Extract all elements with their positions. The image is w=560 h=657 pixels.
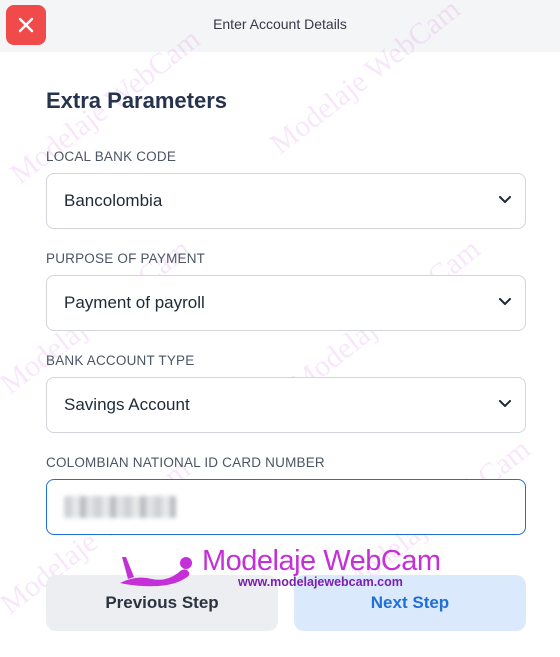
chevron-down-icon [499,400,511,407]
national-id-input[interactable] [64,494,504,520]
chevron-down-icon [499,196,511,203]
bank-account-type-label: BANK ACCOUNT TYPE [46,353,195,368]
national-id-label: COLOMBIAN NATIONAL ID CARD NUMBER [46,455,325,470]
section-title: Extra Parameters [46,88,228,113]
purpose-of-payment-select[interactable]: Payment of payroll [46,275,526,331]
bank-account-type-select[interactable]: Savings Account [46,377,526,433]
purpose-of-payment-label: PURPOSE OF PAYMENT [46,251,206,266]
bank-account-type-value: Savings Account [64,395,190,414]
national-id-field[interactable] [46,479,526,535]
local-bank-code-value: Bancolombia [64,191,163,210]
local-bank-code-select[interactable]: Bancolombia [46,173,526,229]
watermark-brand: Modelaje WebCam [202,545,441,577]
chevron-down-icon [499,298,511,305]
silhouette-icon [120,557,192,587]
watermark-logo: Modelaje WebCam www.modelajewebcam.com [118,545,448,595]
watermark-url: www.modelajewebcam.com [238,575,403,589]
purpose-of-payment-value: Payment of payroll [64,293,205,312]
modal-title: Enter Account Details [213,16,347,32]
local-bank-code-label: LOCAL BANK CODE [46,149,177,164]
modal-header: Enter Account Details [0,0,560,52]
